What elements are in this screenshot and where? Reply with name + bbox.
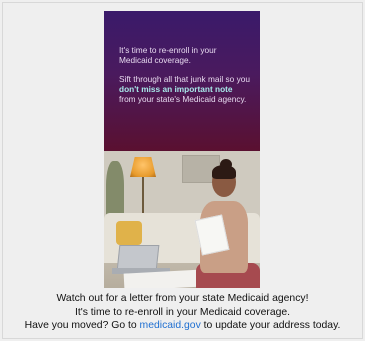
promo-highlight: don't miss an important note (119, 84, 233, 94)
promo-banner: It's time to re-enroll in your Medicaid … (104, 11, 260, 151)
promo-line-1: It's time to re-enroll in your Medicaid … (119, 45, 217, 65)
plant (106, 161, 124, 221)
caption: Watch out for a letter from your state M… (0, 292, 365, 333)
woman-hair-bun (220, 159, 232, 170)
promo-line-2: Sift through all that junk mail so you d… (119, 74, 250, 104)
pillow (116, 221, 142, 245)
medicaid-promo-card: It's time to re-enroll in your Medicaid … (104, 11, 260, 288)
medicaid-gov-link[interactable]: medicaid.gov (140, 320, 201, 331)
caption-line-1: Watch out for a letter from your state M… (56, 293, 309, 304)
caption-line-2: It's time to re-enroll in your Medicaid … (74, 306, 291, 318)
caption-line-3-before: Have you moved? Go to (24, 320, 140, 331)
caption-line-3-after: to update your address today. (200, 320, 341, 331)
woman-reading-letter-photo (104, 151, 260, 288)
promo-line-2-after: from your state's Medicaid agency. (119, 94, 247, 104)
caption-line-3: Have you moved? Go to medicaid.gov to up… (0, 319, 365, 333)
promo-line-2-before: Sift through all that junk mail so you (119, 74, 250, 84)
